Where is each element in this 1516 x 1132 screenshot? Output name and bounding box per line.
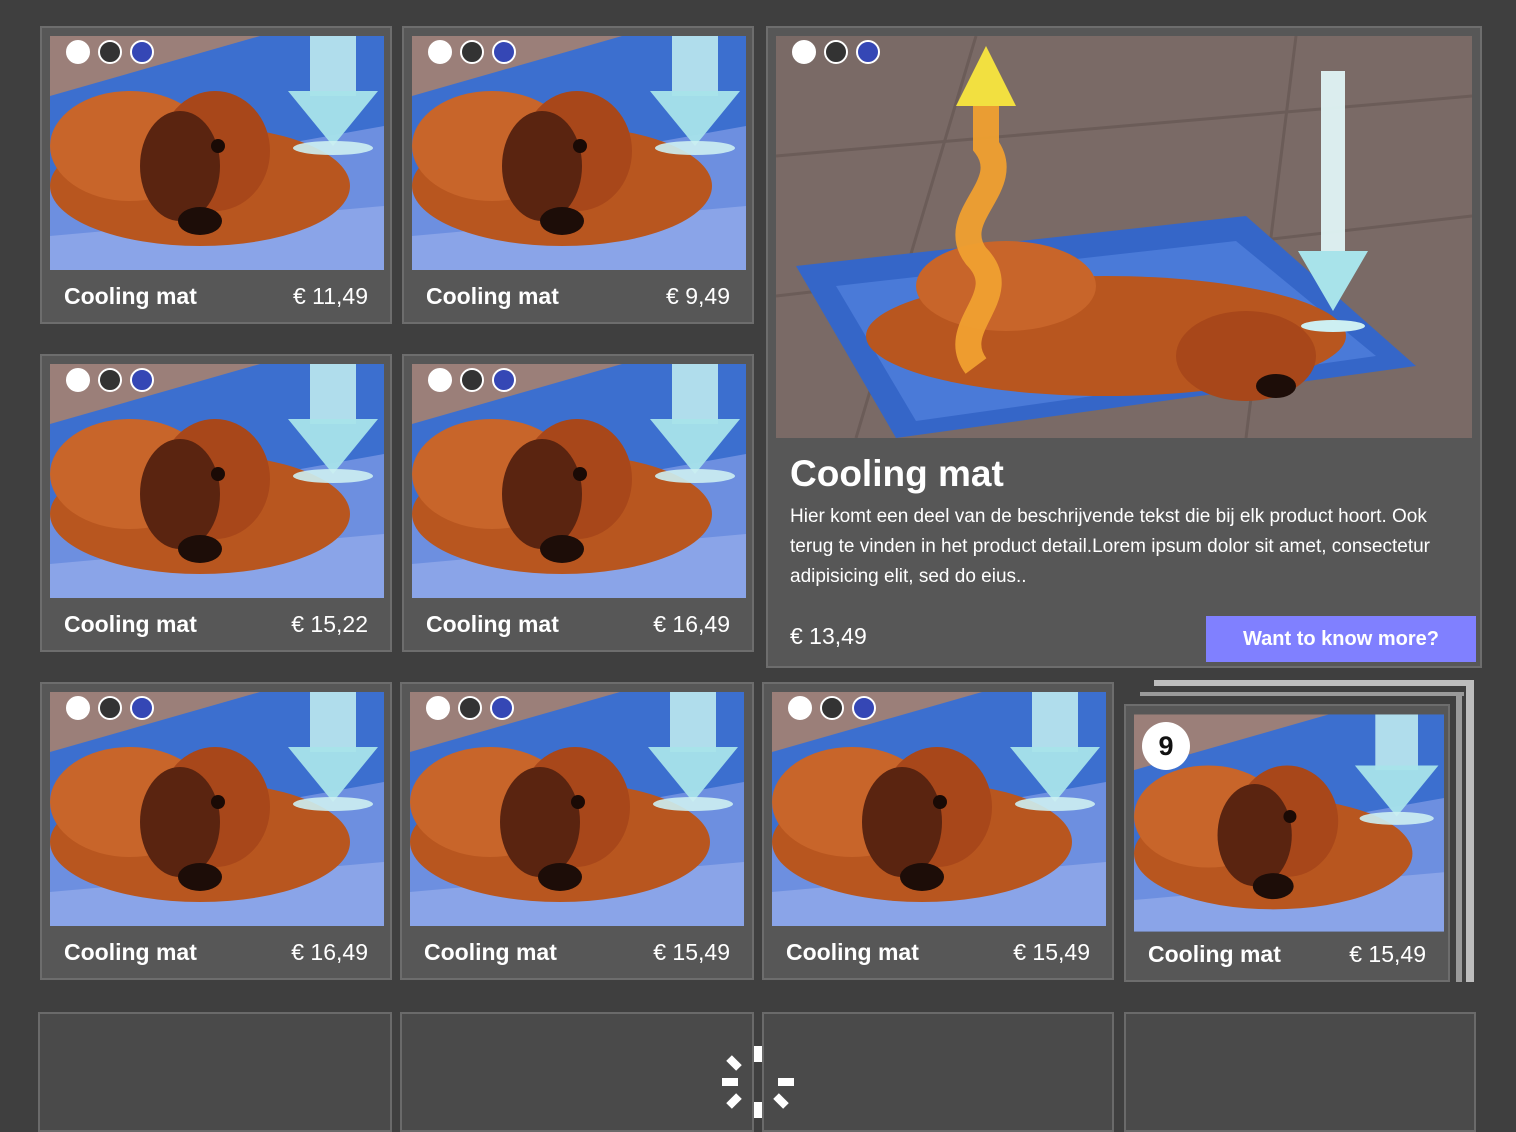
product-price: € 9,49: [666, 283, 730, 309]
product-card[interactable]: Cooling mat € 16,49: [402, 354, 754, 652]
spinner-icon: [722, 1046, 794, 1118]
product-price: € 15,22: [291, 611, 368, 637]
product-card[interactable]: Cooling mat € 15,49: [762, 682, 1114, 980]
product-image[interactable]: [772, 692, 1106, 926]
product-name[interactable]: Cooling mat: [426, 610, 559, 638]
swatch-white[interactable]: [428, 368, 452, 392]
swatch-blue[interactable]: [130, 368, 154, 392]
stack-edge: [1140, 692, 1464, 696]
product-price: € 16,49: [291, 939, 368, 965]
loading-placeholder-card: [762, 1012, 1114, 1132]
swatch-white[interactable]: [426, 696, 450, 720]
product-card[interactable]: Cooling mat € 11,49: [40, 26, 392, 324]
swatch-black[interactable]: [98, 40, 122, 64]
swatch-blue[interactable]: [852, 696, 876, 720]
product-name[interactable]: Cooling mat: [64, 282, 197, 310]
swatch-black[interactable]: [458, 696, 482, 720]
swatch-blue[interactable]: [130, 696, 154, 720]
swatch-blue[interactable]: [856, 40, 880, 64]
swatch-blue[interactable]: [490, 696, 514, 720]
swatch-black[interactable]: [820, 696, 844, 720]
featured-product-price: € 13,49: [790, 623, 867, 649]
product-image[interactable]: [50, 692, 384, 926]
product-card[interactable]: Cooling mat € 15,49: [400, 682, 754, 980]
product-price: € 15,49: [1349, 941, 1426, 967]
product-price: € 15,49: [653, 939, 730, 965]
swatch-black[interactable]: [460, 40, 484, 64]
product-price: € 15,49: [1013, 939, 1090, 965]
item-count-badge: 9: [1142, 722, 1190, 770]
swatch-black[interactable]: [98, 696, 122, 720]
swatch-blue[interactable]: [130, 40, 154, 64]
swatch-white[interactable]: [792, 40, 816, 64]
product-image[interactable]: [50, 364, 384, 598]
loading-placeholder-card: [38, 1012, 392, 1132]
product-name[interactable]: Cooling mat: [64, 938, 197, 966]
stacked-product-card[interactable]: 9 Cooling mat € 15,49: [1124, 704, 1450, 982]
product-card[interactable]: Cooling mat € 9,49: [402, 26, 754, 324]
featured-product-title[interactable]: Cooling mat: [790, 452, 1004, 496]
product-price: € 16,49: [653, 611, 730, 637]
swatch-blue[interactable]: [492, 40, 516, 64]
stack-edge: [1466, 680, 1474, 982]
featured-product-image[interactable]: [776, 36, 1472, 438]
product-image[interactable]: [410, 692, 744, 926]
swatch-blue[interactable]: [492, 368, 516, 392]
product-price: € 11,49: [292, 283, 368, 309]
product-image[interactable]: [412, 364, 746, 598]
featured-product-card: Cooling mat Hier komt een deel van de be…: [766, 26, 1482, 668]
want-to-know-more-button[interactable]: Want to know more?: [1206, 616, 1476, 662]
stack-edge: [1456, 692, 1462, 982]
product-image[interactable]: [412, 36, 746, 270]
product-name[interactable]: Cooling mat: [424, 938, 557, 966]
swatch-white[interactable]: [428, 40, 452, 64]
product-name[interactable]: Cooling mat: [1148, 940, 1281, 968]
swatch-black[interactable]: [824, 40, 848, 64]
swatch-white[interactable]: [788, 696, 812, 720]
loading-placeholder-card: [400, 1012, 754, 1132]
product-card[interactable]: Cooling mat € 15,22: [40, 354, 392, 652]
featured-product-description: Hier komt een deel van de beschrijvende …: [790, 506, 1431, 587]
product-name[interactable]: Cooling mat: [786, 938, 919, 966]
product-image[interactable]: [50, 36, 384, 270]
product-name[interactable]: Cooling mat: [426, 282, 559, 310]
product-card[interactable]: Cooling mat € 16,49: [40, 682, 392, 980]
swatch-white[interactable]: [66, 368, 90, 392]
product-name[interactable]: Cooling mat: [64, 610, 197, 638]
stack-edge: [1154, 680, 1474, 686]
loading-placeholder-card: [1124, 1012, 1476, 1132]
swatch-white[interactable]: [66, 696, 90, 720]
swatch-black[interactable]: [98, 368, 122, 392]
swatch-white[interactable]: [66, 40, 90, 64]
swatch-black[interactable]: [460, 368, 484, 392]
